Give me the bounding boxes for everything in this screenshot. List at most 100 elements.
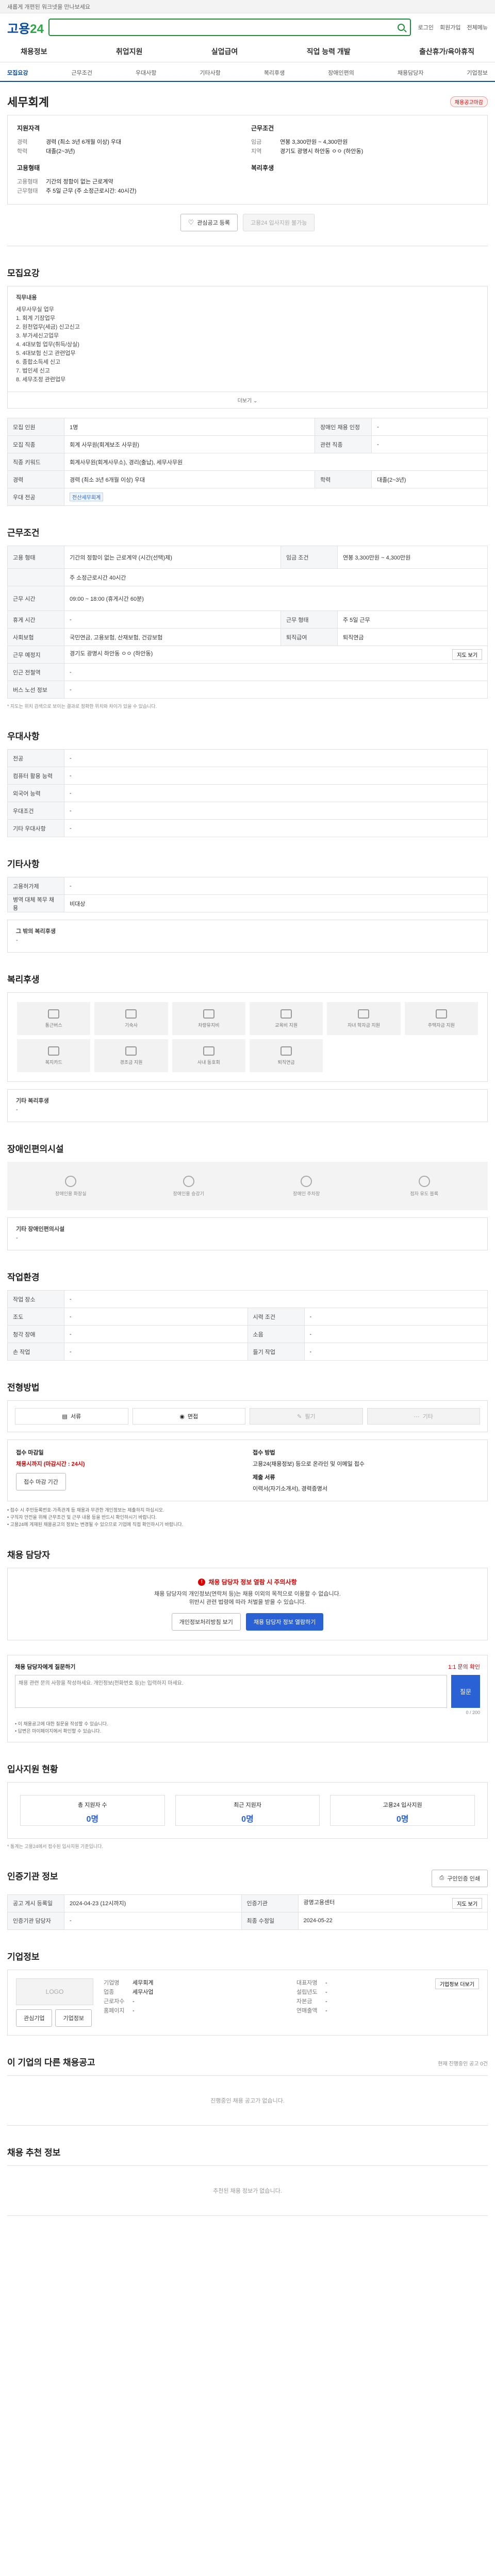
method-label: 서류 (70, 1414, 81, 1420)
benefits-sub-title: 기타 복리후생 (16, 1098, 49, 1104)
company-key: 대표자명 (296, 1979, 318, 1986)
method-label: 필기 (305, 1414, 316, 1420)
company-more-button[interactable]: 기업정보 (55, 2009, 92, 2027)
method-interview: ◉ 면접 (132, 1408, 245, 1425)
duty-line: 8. 세무조정 관련업무 (16, 377, 66, 383)
login-link[interactable]: 로그인 (418, 23, 434, 31)
table-row: 주 소정근로시간 40시간 (7, 568, 488, 586)
gnb-item-support[interactable]: 취업지원 (116, 46, 143, 57)
method-note: • 접수 시 주민등록번호·가족관계 등 채용과 무관한 개인정보는 제출하지 … (7, 1507, 164, 1513)
print-button[interactable]: ⎙ 구인인증 인쇄 (432, 1869, 488, 1887)
company-detail-button[interactable]: 기업정보 더보기 (435, 1978, 479, 1989)
table-header: 인증기관 (241, 1894, 299, 1912)
all-menu-link[interactable]: 전체메뉴 (467, 23, 488, 31)
search-bar[interactable] (48, 19, 411, 36)
etc-sub-value: - (16, 937, 18, 943)
table-cell: - (64, 877, 488, 895)
print-label: 구인인증 인쇄 (447, 1875, 480, 1882)
benefit-item: 차량유지비 (172, 1002, 245, 1035)
heart-icon: ♡ (188, 218, 194, 226)
header: 고용24 로그인 회원가입 전체메뉴 (0, 13, 495, 41)
gnb-item-training[interactable]: 직업 능력 개발 (307, 46, 351, 57)
method-label: 기타 (422, 1414, 433, 1420)
view-manager-button[interactable]: 채용 담당자 정보 열람하기 (245, 1613, 324, 1631)
address-text: 경기도 광명시 하안동 ㅇㅇ (하안동) (70, 651, 153, 657)
tab-benefits[interactable]: 복리후생 (264, 62, 285, 81)
search-input[interactable] (55, 24, 398, 31)
top-notice-text: 새롭게 개편된 워크넷을 만나보세요 (7, 4, 90, 10)
apply-method-value: 고용24(채용정보) 등으로 온라인 및 이메일 접수 (253, 1461, 365, 1467)
pension-icon (280, 1046, 292, 1056)
table-row: 외국어 능력 - (7, 784, 488, 802)
tab-manager[interactable]: 채용담당자 (398, 62, 424, 81)
recommend-title: 채용 추천 정보 (7, 2147, 61, 2158)
table-header: 우대조건 (7, 802, 64, 820)
table-cell: 2024-05-22 (298, 1911, 488, 1930)
duty-more-button[interactable]: 더보기 ⌄ (7, 392, 488, 409)
follow-company-button[interactable]: 관심기업 (16, 2009, 53, 2027)
tab-recruit[interactable]: 모집요강 (7, 62, 28, 81)
duty-line: 5. 4대보험 신고 관련업무 (16, 350, 76, 357)
table-header: 모집 직종 (7, 435, 64, 453)
benefits-sub-box: 기타 복리후생 - (7, 1089, 488, 1122)
gnb-item-leave[interactable]: 출산휴가/육아휴직 (419, 46, 474, 57)
inquiry-guide-link[interactable]: 1:1 문의 확인 (448, 1663, 480, 1671)
table-cell: - (64, 1290, 488, 1308)
tab-company[interactable]: 기업정보 (467, 62, 487, 81)
map-view-button[interactable]: 지도 보기 (452, 649, 482, 660)
tab-disability[interactable]: 장애인편의 (328, 62, 354, 81)
table-header: 관련 직종 (315, 435, 372, 453)
table-header: 직종 키워드 (7, 453, 64, 471)
inquiry-textarea[interactable] (15, 1675, 447, 1708)
deadline-button[interactable]: 접수 마감 기간 (16, 1473, 66, 1490)
method-row: ▤ 서류 ◉ 면접 ✎ 필기 ⋯ 기타 (7, 1400, 488, 1432)
table-row: 사회보험 국민연금, 고용보험, 산재보험, 건강보험 퇴직급여 퇴직연금 (7, 628, 488, 646)
summary-key: 지역 (251, 148, 262, 155)
signup-link[interactable]: 회원가입 (440, 23, 460, 31)
manager-line: 채용 담당자의 개인정보(연락처 등)는 채용 이외의 목적으로 이용할 수 없… (154, 1591, 341, 1597)
stats-note: * 통계는 고용24에서 접수된 입사지원 기준입니다. (7, 1844, 103, 1849)
method-other: ⋯ 기타 (367, 1408, 480, 1425)
tab-conditions[interactable]: 근무조건 (71, 62, 92, 81)
apply-button[interactable]: 고용24 입사지원 불가능 (243, 214, 315, 231)
gnb-item-jobs[interactable]: 채용정보 (21, 46, 47, 57)
company-key: 홈페이지 (104, 2007, 125, 2014)
benefit-item: 사내 동호회 (172, 1039, 245, 1072)
company-value: - (133, 2007, 135, 2014)
table-cell: - (64, 784, 488, 802)
table-row: 인증기관 담당자 - 최종 수정일 2024-05-22 (7, 1911, 488, 1930)
table-header: 인근 전철역 (7, 663, 64, 681)
agency-map-button[interactable]: 지도 보기 (452, 1897, 482, 1909)
table-header: 사회보험 (7, 628, 64, 646)
table-header: 고용허가제 (7, 877, 64, 895)
stat-card: 최근 지원자 0명 (175, 1795, 320, 1826)
gnb-item-unemployment[interactable]: 실업급여 (211, 46, 238, 57)
summary-value: 주 5일 근무 (주 소정근로시간: 40시간) (46, 188, 137, 194)
company-key: 연매출액 (296, 2007, 318, 2014)
table-cell: - (64, 1308, 248, 1326)
tab-preference[interactable]: 우대사항 (136, 62, 156, 81)
logo[interactable]: 고용24 (7, 19, 48, 37)
search-icon[interactable] (397, 24, 405, 31)
table-cell: 2024-04-23 (12시까지) (64, 1894, 242, 1912)
table-row: 손 작업 - 들기 작업 - (7, 1343, 488, 1361)
chevron-down-icon: ⌄ (253, 398, 258, 404)
table-cell: 주 5일 근무 (337, 611, 488, 629)
save-job-button[interactable]: ♡ 관심공고 등록 (180, 214, 238, 231)
table-header: 조도 (7, 1308, 64, 1326)
tab-etc[interactable]: 기타사항 (200, 62, 220, 81)
deadline-button-label: 접수 마감 기간 (24, 1479, 58, 1485)
conditions-table: 고용 형태 기간의 정함이 없는 근로계약 (시간(선택)제) 임금 조건 연봉 3,… (7, 546, 488, 699)
table-cell: - (371, 418, 488, 436)
top-notice-bar: 새롭게 개편된 워크넷을 만나보세요 (0, 0, 495, 13)
table-header: 공고 게시 등록일 (7, 1894, 64, 1912)
inquiry-submit-button[interactable]: 질문 (451, 1675, 480, 1708)
table-header: 청각 장애 (7, 1325, 64, 1343)
disability-label: 장애인용 화장실 (55, 1191, 87, 1196)
table-header: 근무 형태 (280, 611, 338, 629)
benefit-item: 통근버스 (17, 1002, 91, 1035)
privacy-policy-button[interactable]: 개인정보처리방침 보기 (171, 1613, 241, 1631)
table-header: 기타 우대사항 (7, 819, 64, 837)
duty-line: 3. 부가세신고업무 (16, 333, 59, 339)
apply-label: 고용24 입사지원 불가능 (251, 220, 307, 226)
